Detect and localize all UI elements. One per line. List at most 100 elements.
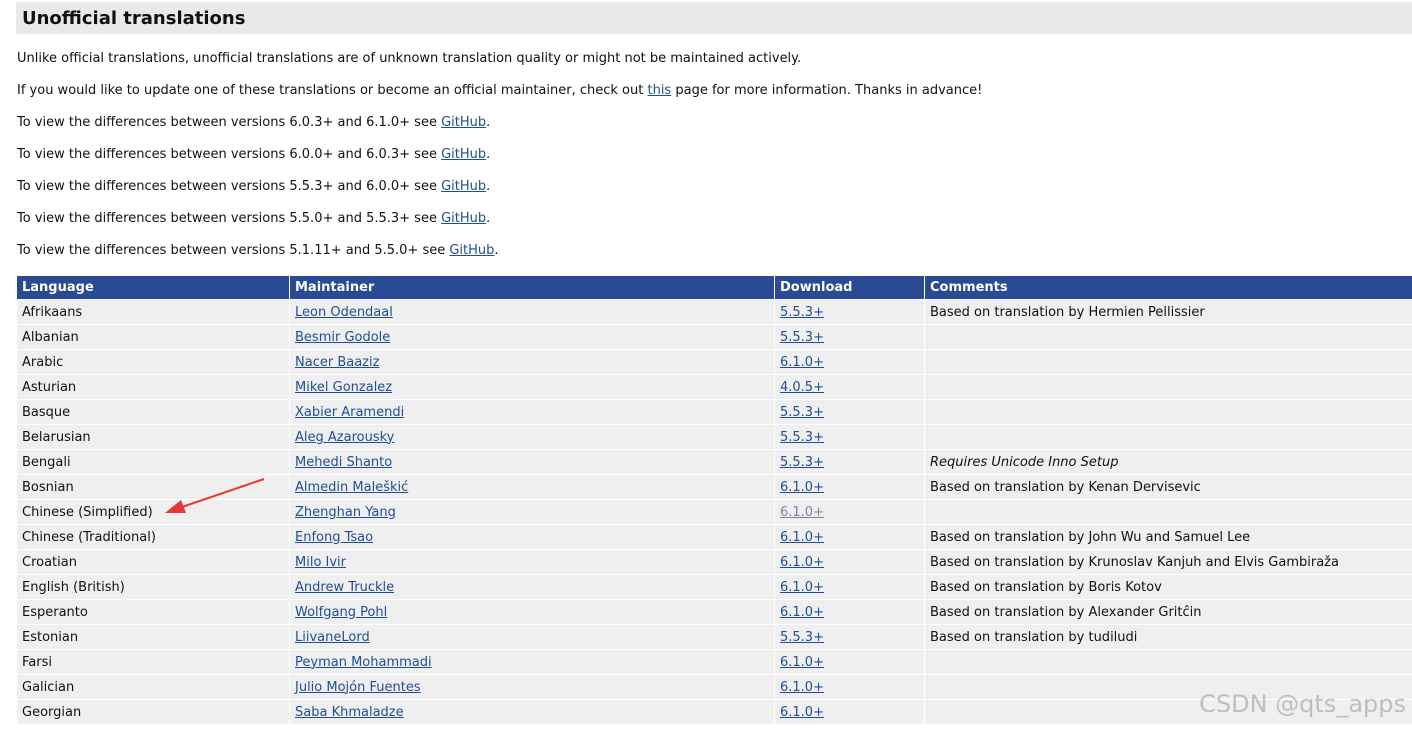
download-link[interactable]: 6.1.0+	[780, 655, 824, 670]
maintainer-link[interactable]: Enfong Tsao	[295, 530, 373, 545]
language-cell: Belarusian	[16, 424, 290, 450]
diff-end: .	[486, 179, 491, 194]
table-row: Basque Xabier Aramendi 5.5.3+	[16, 399, 1412, 425]
section-title: Unofficial translations	[16, 2, 1412, 34]
table-row: Arabic Nacer Baaziz 6.1.0+	[16, 349, 1412, 375]
download-link[interactable]: 6.1.0+	[780, 605, 824, 620]
comment-cell	[924, 324, 1412, 350]
maintainer-link[interactable]: Nacer Baaziz	[295, 355, 379, 370]
maintainer-link[interactable]: Leon Odendaal	[295, 305, 393, 320]
download-link[interactable]: 6.1.0+	[780, 480, 824, 495]
table-row: Afrikaans Leon Odendaal 5.5.3+ Based on tra…	[16, 299, 1412, 325]
maintainer-link[interactable]: Peyman Mohammadi	[295, 655, 432, 670]
download-cell: 5.5.3+	[774, 299, 925, 325]
language-cell: Arabic	[16, 349, 290, 375]
maintainer-cell: Zhenghan Yang	[289, 499, 775, 525]
version-diff-item: To view the differences between versions…	[17, 115, 490, 131]
language-cell: Bosnian	[16, 474, 290, 500]
download-link[interactable]: 5.5.3+	[780, 305, 824, 320]
download-link[interactable]: 5.5.3+	[780, 630, 824, 645]
language-cell: Bengali	[16, 449, 290, 475]
download-link[interactable]: 6.1.0+	[780, 505, 824, 520]
maintainer-cell: Andrew Truckle	[289, 574, 775, 600]
maintainer-cell: Aleg Azarousky	[289, 424, 775, 450]
maintainer-link[interactable]: Besmir Godole	[295, 330, 390, 345]
maintainer-cell: Almedin Maleškić	[289, 474, 775, 500]
this-page-link[interactable]: this	[647, 83, 671, 98]
language-cell: Farsi	[16, 649, 290, 675]
download-cell: 6.1.0+	[774, 524, 925, 550]
diff-text: To view the differences between versions…	[17, 179, 442, 194]
download-link[interactable]: 6.1.0+	[780, 705, 824, 720]
github-link[interactable]: GitHub	[449, 243, 494, 258]
download-link[interactable]: 5.5.3+	[780, 455, 824, 470]
comment-cell: Based on translation by John Wu and Samu…	[924, 524, 1412, 550]
download-cell: 5.5.3+	[774, 324, 925, 350]
maintainer-cell: Milo Ivir	[289, 549, 775, 575]
table-row: Chinese (Simplified) Zhenghan Yang 6.1.0+	[16, 499, 1412, 525]
download-cell: 6.1.0+	[774, 674, 925, 700]
maintainer-cell: Mehedi Shanto	[289, 449, 775, 475]
download-link[interactable]: 6.1.0+	[780, 555, 824, 570]
maintainer-link[interactable]: Wolfgang Pohl	[295, 605, 387, 620]
diff-text: To view the differences between versions…	[17, 243, 450, 258]
comment-cell: Based on translation by Hermien Pellissi…	[924, 299, 1412, 325]
github-link[interactable]: GitHub	[441, 115, 486, 130]
table-row: Farsi Peyman Mohammadi 6.1.0+	[16, 649, 1412, 675]
download-link[interactable]: 6.1.0+	[780, 355, 824, 370]
header-maintainer[interactable]: Maintainer	[289, 275, 775, 300]
diff-text: To view the differences between versions…	[17, 115, 442, 130]
language-cell: Georgian	[16, 699, 290, 725]
comment-cell	[924, 399, 1412, 425]
table-row: Albanian Besmir Godole 5.5.3+	[16, 324, 1412, 350]
github-link[interactable]: GitHub	[441, 211, 486, 226]
maintainer-link[interactable]: Mehedi Shanto	[295, 455, 392, 470]
download-link[interactable]: 6.1.0+	[780, 530, 824, 545]
maintainer-link[interactable]: Aleg Azarousky	[295, 430, 394, 445]
header-download[interactable]: Download	[774, 275, 925, 300]
maintainer-link[interactable]: Almedin Maleškić	[295, 480, 408, 495]
table-row: Bosnian Almedin Maleškić 6.1.0+ Based on tr…	[16, 474, 1412, 500]
download-cell: 5.5.3+	[774, 399, 925, 425]
maintainer-link[interactable]: Zhenghan Yang	[295, 505, 396, 520]
header-comments[interactable]: Comments	[924, 275, 1412, 300]
maintainer-cell: Peyman Mohammadi	[289, 649, 775, 675]
download-cell: 6.1.0+	[774, 499, 925, 525]
comment-cell: Requires Unicode Inno Setup	[924, 449, 1412, 475]
download-cell: 6.1.0+	[774, 649, 925, 675]
table-row: Asturian Mikel Gonzalez 4.0.5+	[16, 374, 1412, 400]
language-cell: Croatian	[16, 549, 290, 575]
maintainer-cell: Xabier Aramendi	[289, 399, 775, 425]
translations-table: Language Maintainer Download Comments Af…	[16, 275, 1412, 725]
download-link[interactable]: 5.5.3+	[780, 405, 824, 420]
header-language[interactable]: Language	[16, 275, 290, 300]
table-row: Chinese (Traditional) Enfong Tsao 6.1.0+ Ba…	[16, 524, 1412, 550]
diff-text: To view the differences between versions…	[17, 147, 442, 162]
comment-cell	[924, 499, 1412, 525]
download-link[interactable]: 6.1.0+	[780, 580, 824, 595]
download-link[interactable]: 4.0.5+	[780, 380, 824, 395]
table-row: English (British) Andrew Truckle 6.1.0+ Bas…	[16, 574, 1412, 600]
comment-cell	[924, 349, 1412, 375]
download-link[interactable]: 5.5.3+	[780, 330, 824, 345]
maintainer-link[interactable]: Xabier Aramendi	[295, 405, 404, 420]
language-cell: Galician	[16, 674, 290, 700]
download-link[interactable]: 6.1.0+	[780, 680, 824, 695]
maintainer-link[interactable]: Julio Mojón Fuentes	[295, 680, 421, 695]
download-cell: 6.1.0+	[774, 474, 925, 500]
github-link[interactable]: GitHub	[441, 179, 486, 194]
language-cell: Albanian	[16, 324, 290, 350]
comment-cell: Based on translation by Alexander Gritĉi…	[924, 599, 1412, 625]
download-cell: 5.5.3+	[774, 424, 925, 450]
download-link[interactable]: 5.5.3+	[780, 430, 824, 445]
maintainer-link[interactable]: LiivaneLord	[295, 630, 370, 645]
maintainer-link[interactable]: Mikel Gonzalez	[295, 380, 392, 395]
version-diff-item: To view the differences between versions…	[17, 147, 490, 163]
maintainer-link[interactable]: Milo Ivir	[295, 555, 346, 570]
github-link[interactable]: GitHub	[441, 147, 486, 162]
maintainer-link[interactable]: Andrew Truckle	[295, 580, 394, 595]
maintainer-link[interactable]: Saba Khmaladze	[295, 705, 404, 720]
language-cell: Basque	[16, 399, 290, 425]
language-cell: Esperanto	[16, 599, 290, 625]
maintainer-text-end: page for more information. Thanks in adv…	[671, 83, 983, 98]
